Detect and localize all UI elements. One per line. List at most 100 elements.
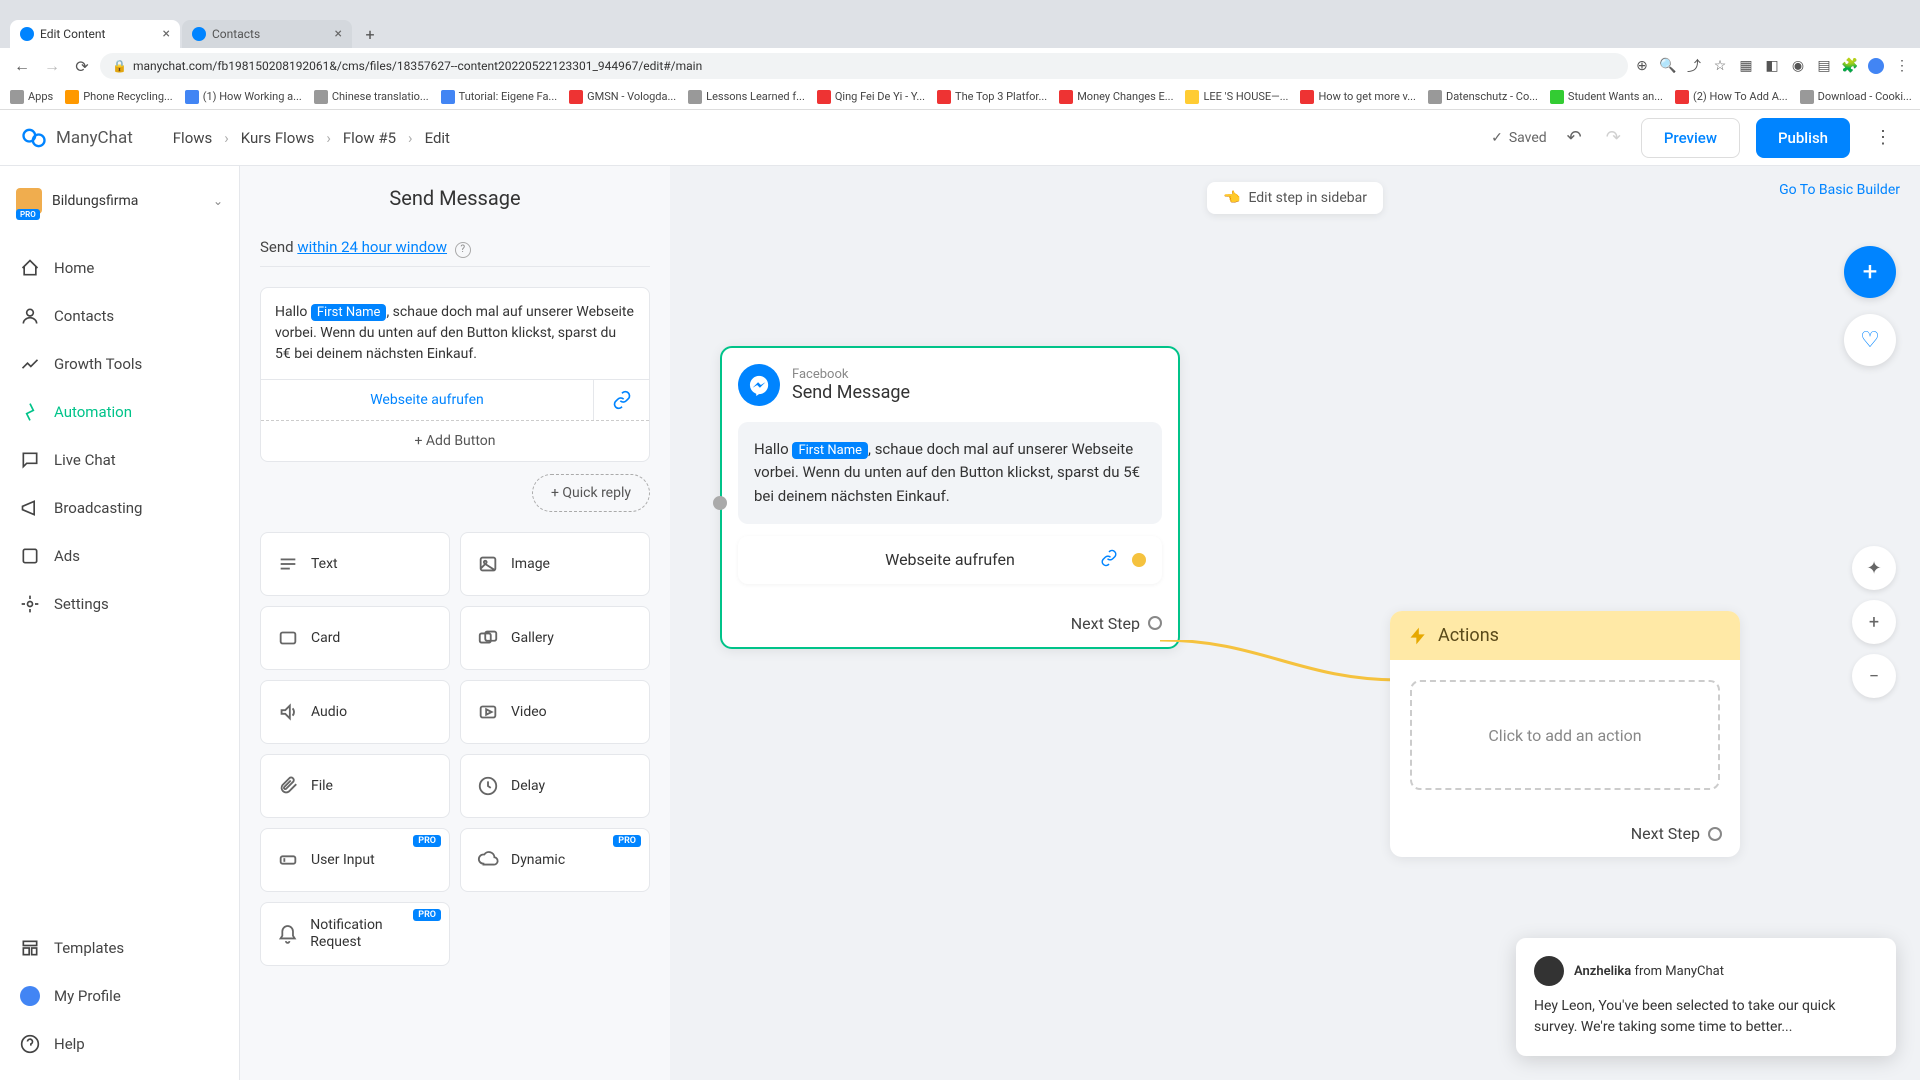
block-gallery[interactable]: Gallery: [460, 606, 650, 670]
nav-templates[interactable]: Templates: [0, 924, 239, 972]
nav-home[interactable]: Home: [0, 244, 239, 292]
publish-button[interactable]: Publish: [1756, 118, 1850, 158]
browser-tab[interactable]: Contacts ×: [182, 20, 352, 48]
nav-growth-tools[interactable]: Growth Tools: [0, 340, 239, 388]
workspace-selector[interactable]: PRO Bildungsfirma ⌄: [0, 178, 239, 224]
bookmark-item[interactable]: Student Wants an...: [1550, 90, 1663, 104]
add-node-button[interactable]: +: [1844, 246, 1896, 298]
ext-icon[interactable]: ◉: [1790, 58, 1806, 74]
bookmark-item[interactable]: (1) How Working a...: [185, 90, 302, 104]
profile-avatar[interactable]: [1868, 58, 1884, 74]
output-port[interactable]: [1148, 616, 1162, 630]
bookmark-item[interactable]: Datenschutz - Co...: [1428, 90, 1538, 104]
bookmark-item[interactable]: Tutorial: Eigene Fa...: [441, 90, 558, 104]
zoom-out-button[interactable]: −: [1852, 654, 1896, 698]
block-text[interactable]: Text: [260, 532, 450, 596]
zoom-icon[interactable]: 🔍: [1660, 58, 1676, 74]
nav-broadcasting[interactable]: Broadcasting: [0, 484, 239, 532]
crumb-folder[interactable]: Kurs Flows: [241, 129, 315, 147]
more-menu-button[interactable]: ⋮: [1866, 119, 1900, 156]
block-audio[interactable]: Audio: [260, 680, 450, 744]
help-icon[interactable]: ?: [455, 242, 471, 258]
link-icon[interactable]: [593, 380, 649, 420]
message-node[interactable]: Facebook Send Message Hallo First Name, …: [720, 346, 1180, 649]
nav-automation[interactable]: Automation: [0, 388, 239, 436]
nav-my-profile[interactable]: My Profile: [0, 972, 239, 1020]
message-text[interactable]: Hallo First Name, schaue doch mal auf un…: [261, 288, 649, 379]
ext-icon[interactable]: 🧩: [1842, 58, 1858, 74]
zoom-in-button[interactable]: +: [1852, 600, 1896, 644]
bookmark-item[interactable]: GMSN - Vologda...: [569, 90, 676, 104]
message-button[interactable]: Webseite aufrufen: [261, 380, 593, 420]
add-button[interactable]: + Add Button: [261, 420, 649, 461]
next-step-row[interactable]: Next Step: [722, 600, 1178, 647]
output-port[interactable]: [1132, 553, 1146, 567]
magic-tool[interactable]: ✦: [1852, 546, 1896, 590]
back-button[interactable]: ←: [10, 54, 34, 78]
share-icon[interactable]: ⤴: [1686, 58, 1702, 74]
block-image[interactable]: Image: [460, 532, 650, 596]
crumb-flow[interactable]: Flow #5: [343, 129, 396, 147]
block-dynamic[interactable]: PRODynamic: [460, 828, 650, 892]
node-message-body[interactable]: Hallo First Name, schaue doch mal auf un…: [738, 422, 1162, 524]
bookmark-item[interactable]: (2) How To Add A...: [1675, 90, 1788, 104]
reload-button[interactable]: ⟳: [70, 54, 94, 78]
undo-button[interactable]: ↶: [1563, 123, 1586, 152]
new-tab-button[interactable]: +: [358, 22, 382, 46]
block-delay[interactable]: Delay: [460, 754, 650, 818]
quick-reply-button[interactable]: + Quick reply: [532, 474, 650, 512]
next-step-row[interactable]: Next Step: [1390, 810, 1740, 857]
url-toolbar-icons: ⊕ 🔍 ⤴ ☆ ▦ ◧ ◉ ▤ 🧩 ⋮: [1634, 58, 1910, 74]
bookmark-item[interactable]: Phone Recycling...: [65, 90, 172, 104]
bookmark-item[interactable]: Money Changes E...: [1059, 90, 1173, 104]
input-port[interactable]: [713, 496, 727, 510]
send-window-link[interactable]: within 24 hour window: [297, 238, 447, 256]
forward-button[interactable]: →: [40, 54, 64, 78]
nav-settings[interactable]: Settings: [0, 580, 239, 628]
bookmark-item[interactable]: Lessons Learned f...: [688, 90, 805, 104]
redo-button[interactable]: ↷: [1602, 123, 1625, 152]
block-notification-request[interactable]: PRONotification Request: [260, 902, 450, 966]
translate-icon[interactable]: ⊕: [1634, 58, 1650, 74]
app-logo[interactable]: ManyChat: [20, 124, 133, 152]
url-input[interactable]: 🔒 manychat.com/fb198150208192061&/cms/fi…: [100, 53, 1628, 79]
bookmark-item[interactable]: Qing Fei De Yi - Y...: [817, 90, 925, 104]
add-action-placeholder[interactable]: Click to add an action: [1410, 680, 1720, 790]
node-cta-button[interactable]: Webseite aufrufen: [738, 536, 1162, 584]
chat-popup[interactable]: Anzhelika from ManyChat Hey Leon, You've…: [1516, 938, 1896, 1056]
block-file[interactable]: File: [260, 754, 450, 818]
url-bar: ← → ⟳ 🔒 manychat.com/fb198150208192061&/…: [0, 48, 1920, 84]
message-block[interactable]: Hallo First Name, schaue doch mal auf un…: [260, 287, 650, 462]
bookmark-item[interactable]: Download - Cooki...: [1800, 90, 1912, 104]
bookmark-item[interactable]: Chinese translatio...: [314, 90, 429, 104]
flow-canvas[interactable]: 👈 Edit step in sidebar Go To Basic Build…: [670, 166, 1920, 1080]
preview-button[interactable]: Preview: [1641, 118, 1740, 158]
block-card[interactable]: Card: [260, 606, 450, 670]
nav-ads[interactable]: Ads: [0, 532, 239, 580]
edit-step-hint[interactable]: 👈 Edit step in sidebar: [1207, 182, 1383, 214]
variable-chip[interactable]: First Name: [311, 304, 387, 321]
bookmark-item[interactable]: How to get more v...: [1300, 90, 1416, 104]
actions-node[interactable]: Actions Click to add an action Next Step: [1390, 611, 1740, 857]
star-icon[interactable]: ☆: [1712, 58, 1728, 74]
favorite-button[interactable]: ♡: [1844, 314, 1896, 366]
bookmark-item[interactable]: Apps: [10, 90, 53, 104]
nav-live-chat[interactable]: Live Chat: [0, 436, 239, 484]
bookmark-item[interactable]: LEE 'S HOUSE—...: [1185, 90, 1288, 104]
browser-tab-active[interactable]: Edit Content ×: [10, 20, 180, 48]
bookmark-item[interactable]: The Top 3 Platfor...: [937, 90, 1047, 104]
block-user-input[interactable]: PROUser Input: [260, 828, 450, 892]
tab-close-icon[interactable]: ×: [163, 26, 170, 42]
actions-node-header: Actions: [1390, 611, 1740, 660]
nav-help[interactable]: Help: [0, 1020, 239, 1068]
nav-contacts[interactable]: Contacts: [0, 292, 239, 340]
go-basic-builder-link[interactable]: Go To Basic Builder: [1779, 182, 1900, 198]
menu-icon[interactable]: ⋮: [1894, 58, 1910, 74]
tab-close-icon[interactable]: ×: [335, 26, 342, 42]
output-port[interactable]: [1708, 827, 1722, 841]
crumb-flows[interactable]: Flows: [173, 129, 213, 147]
ext-icon[interactable]: ▤: [1816, 58, 1832, 74]
block-video[interactable]: Video: [460, 680, 650, 744]
ext-icon[interactable]: ◧: [1764, 58, 1780, 74]
ext-icon[interactable]: ▦: [1738, 58, 1754, 74]
